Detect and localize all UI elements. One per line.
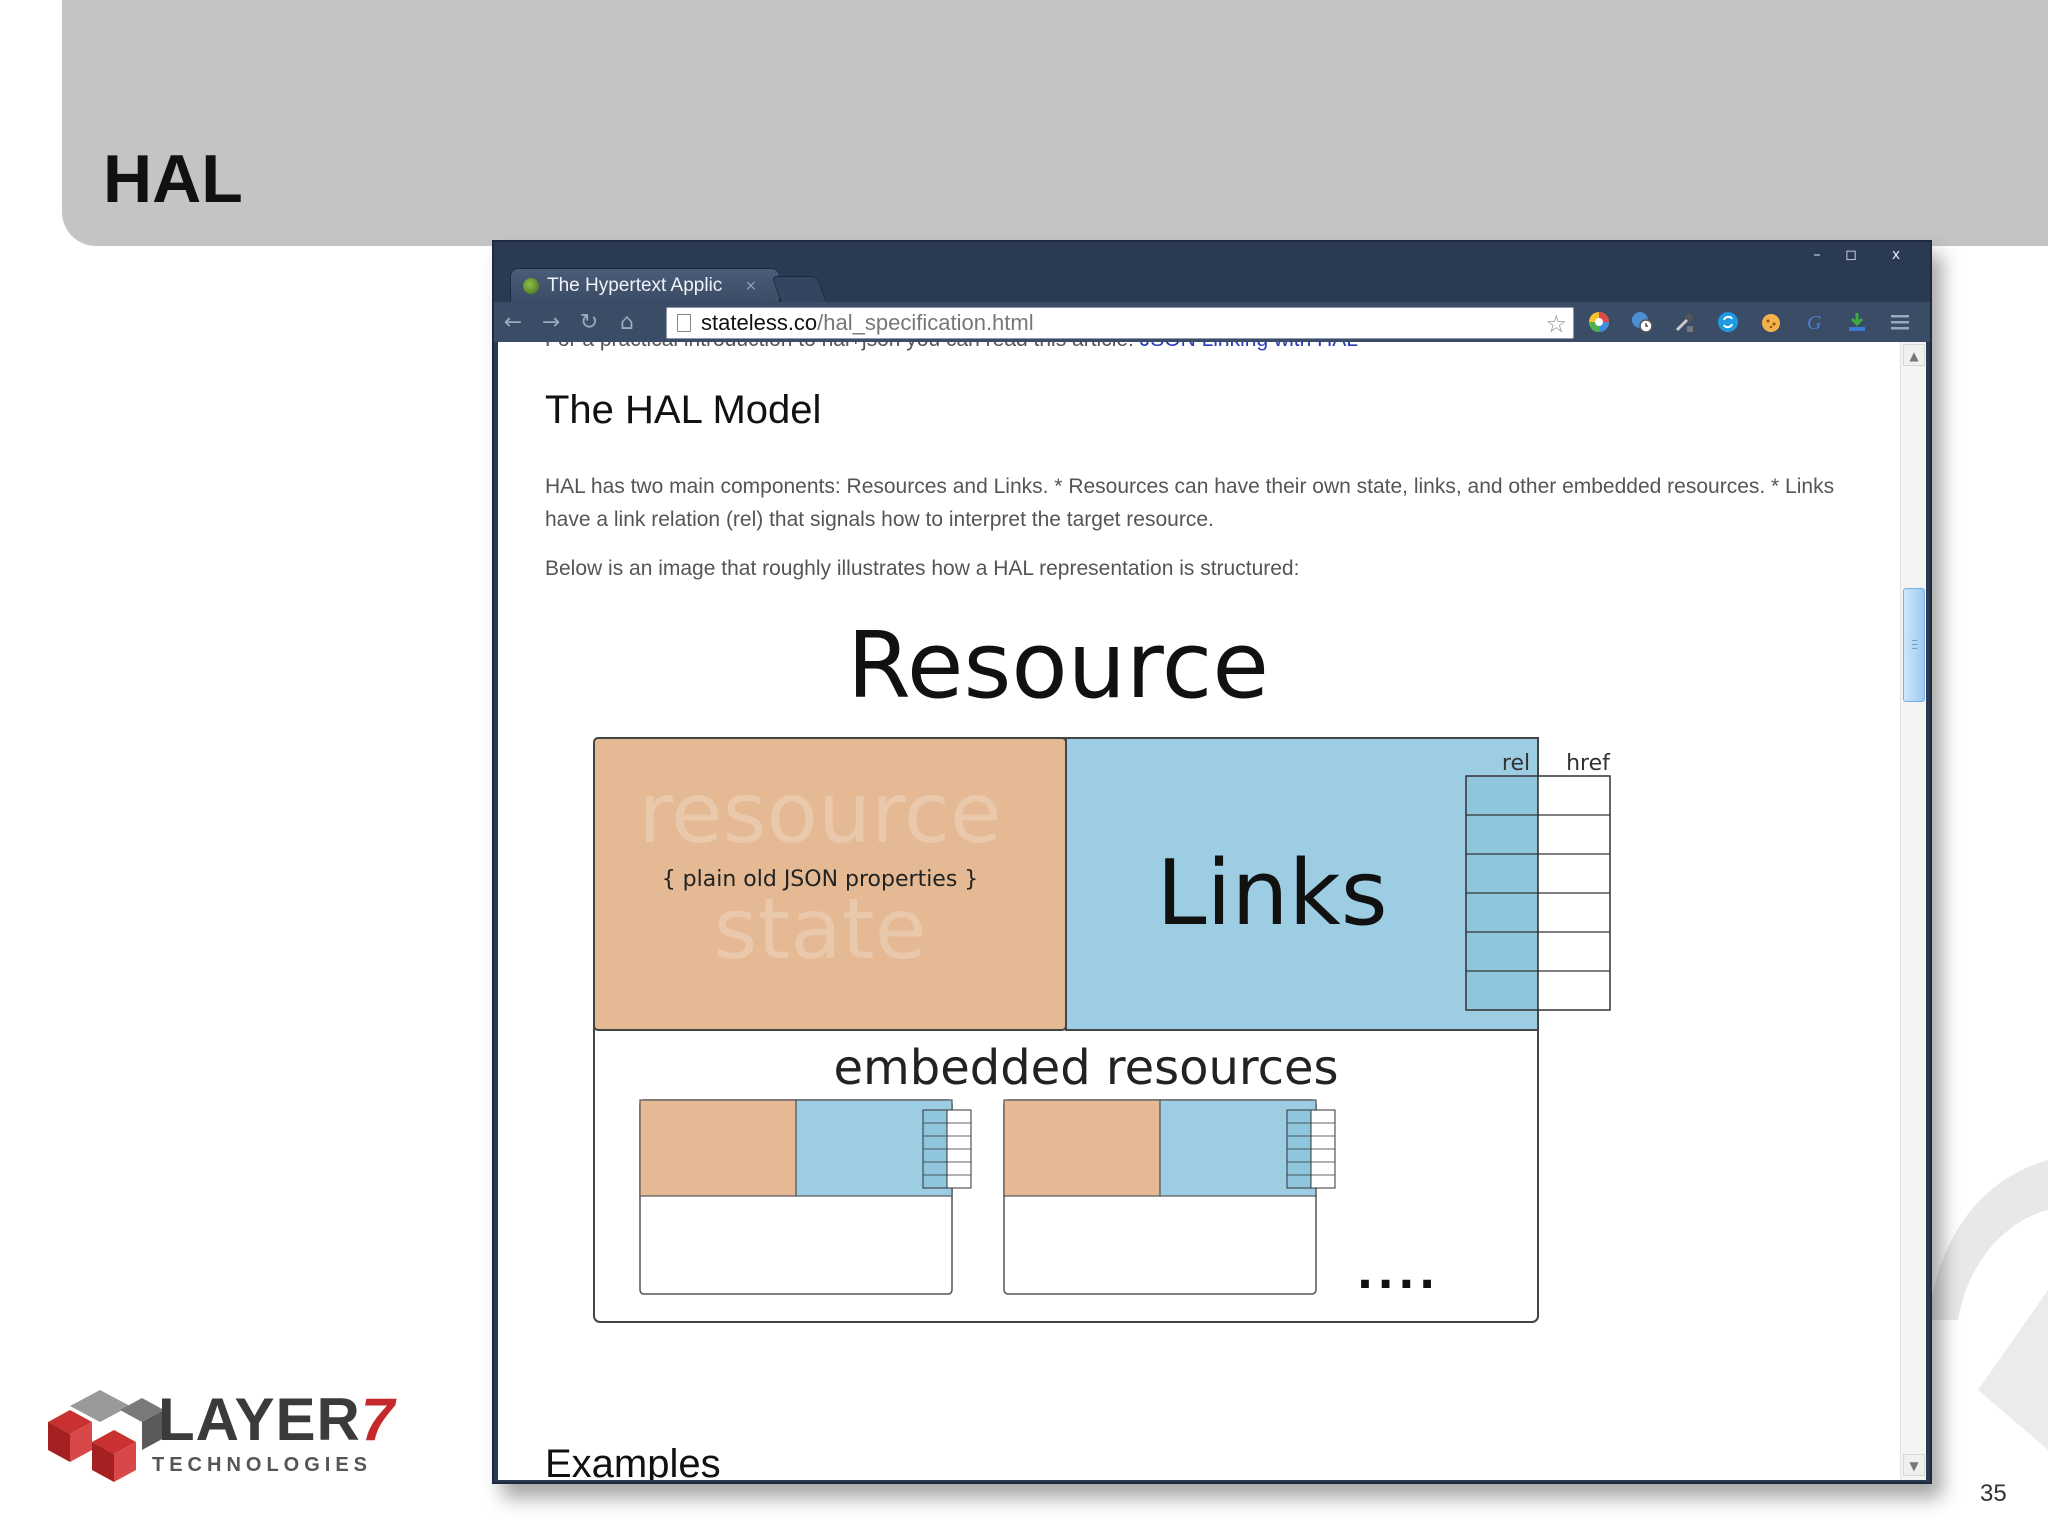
page-number: 35	[1980, 1480, 2007, 1507]
state-caption: { plain old JSON properties }	[662, 867, 979, 892]
url-path: /hal_specification.html	[817, 310, 1034, 335]
bookmark-star-icon[interactable]: ☆	[1545, 310, 1567, 338]
slide-title: HAL	[103, 141, 243, 217]
cookie-extension-icon[interactable]	[1756, 308, 1786, 336]
scroll-down-arrow-icon[interactable]: ▼	[1903, 1454, 1925, 1476]
embedded-label: embedded resources	[833, 1040, 1338, 1096]
new-tab-button[interactable]	[771, 276, 827, 302]
links-label: Links	[1156, 841, 1387, 946]
state-word-resource: resource	[638, 764, 1001, 862]
page-viewport[interactable]: For a practical introduction to hal+json…	[498, 342, 1926, 1480]
color-wheel-extension-icon[interactable]	[1584, 308, 1614, 336]
eyedropper-extension-icon[interactable]	[1670, 308, 1700, 336]
scroll-thumb[interactable]: ‒ ‒ ‒	[1903, 588, 1925, 702]
menu-hamburger-icon[interactable]	[1885, 308, 1915, 336]
svg-text:G: G	[1807, 312, 1822, 334]
maximize-button[interactable]: ◻	[1834, 244, 1868, 266]
grip-icon: ‒ ‒ ‒	[1911, 635, 1918, 654]
close-window-button[interactable]: x	[1868, 244, 1924, 266]
globe-clock-extension-icon[interactable]	[1627, 308, 1657, 336]
vertical-scrollbar[interactable]: ▲ ‒ ‒ ‒ ▼	[1900, 342, 1926, 1480]
reload-icon[interactable]: ↻	[570, 310, 608, 335]
favicon-icon	[523, 277, 539, 294]
hal-diagram: Resource resource state { plain old JSON…	[593, 612, 1611, 1323]
download-extension-icon[interactable]	[1842, 308, 1872, 336]
href-label: href	[1566, 751, 1611, 776]
page-content: For a practical introduction to hal+json…	[498, 342, 1898, 1480]
page-document-icon	[677, 314, 691, 332]
state-word-state: state	[714, 880, 927, 978]
google-extension-icon[interactable]: G	[1799, 308, 1829, 336]
forward-arrow-icon[interactable]: →	[532, 310, 570, 335]
tab-title: The Hypertext Applic	[547, 274, 723, 296]
back-arrow-icon[interactable]: ←	[494, 310, 532, 335]
browser-window: – ◻ x The Hypertext Applic × ← → ↻ ⌂ sta…	[492, 240, 1932, 1484]
logo-wordmark: LAYER7	[158, 1386, 396, 1453]
skype-extension-icon[interactable]	[1713, 308, 1743, 336]
minimize-button[interactable]: –	[1800, 244, 1834, 266]
background-swoosh	[1928, 1160, 2048, 1450]
extension-icons: G	[1584, 308, 1928, 336]
window-controls: – ◻ x	[1800, 244, 1924, 266]
logo-tagline: TECHNOLOGIES	[152, 1454, 373, 1476]
tab-close-icon[interactable]: ×	[745, 278, 757, 294]
scroll-up-arrow-icon[interactable]: ▲	[1903, 344, 1925, 366]
rel-label: rel	[1502, 751, 1530, 776]
more-ellipsis: ....	[1357, 1248, 1440, 1299]
slide-header-band	[62, 0, 2048, 246]
address-bar[interactable]: stateless.co/hal_specification.html ☆	[666, 307, 1574, 339]
examples-heading: Examples	[545, 1442, 721, 1480]
url-host: stateless.co	[701, 310, 818, 335]
home-icon[interactable]: ⌂	[608, 310, 646, 335]
diagram-title: Resource	[847, 612, 1269, 719]
browser-tab[interactable]: The Hypertext Applic ×	[510, 268, 780, 302]
browser-toolbar: ← → ↻ ⌂ stateless.co/hal_specification.h…	[494, 302, 1930, 342]
